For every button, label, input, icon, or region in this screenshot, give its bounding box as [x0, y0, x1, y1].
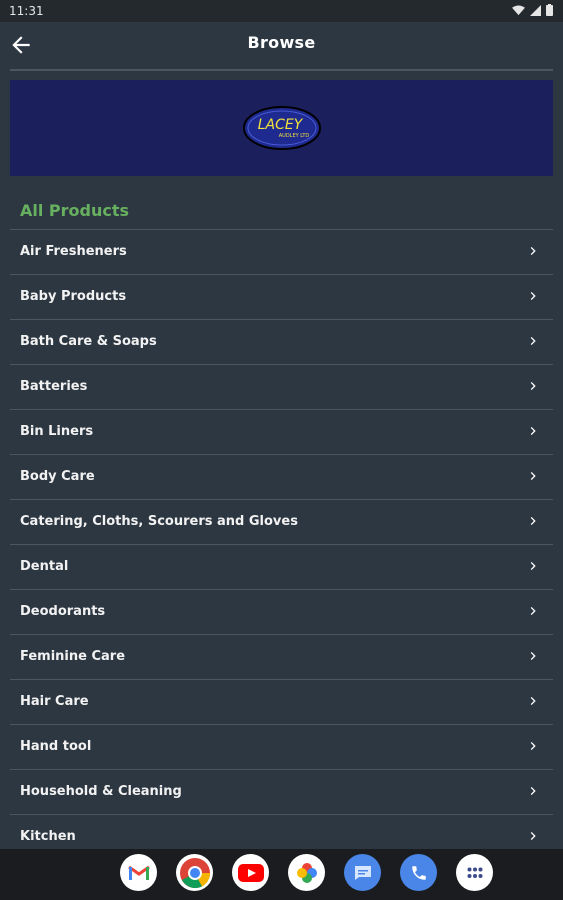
- chevron-right-icon: [530, 697, 536, 705]
- app-bar: Browse: [0, 22, 563, 70]
- category-label: Kitchen: [20, 829, 76, 844]
- app-dock: [120, 854, 493, 891]
- chevron-right-icon: [530, 562, 536, 570]
- category-row[interactable]: Household & Cleaning: [10, 769, 553, 814]
- category-row[interactable]: Catering, Cloths, Scourers and Gloves: [10, 499, 553, 544]
- lacey-logo: LACEY AUDLEY LTD: [242, 106, 321, 150]
- category-label: Body Care: [20, 469, 95, 484]
- messages-icon[interactable]: [344, 854, 381, 891]
- svg-text:AUDLEY LTD: AUDLEY LTD: [278, 133, 309, 139]
- category-row[interactable]: Batteries: [10, 364, 553, 409]
- category-row[interactable]: Hand tool: [10, 724, 553, 769]
- phone-icon[interactable]: [400, 854, 437, 891]
- status-bar: 11:31: [0, 0, 563, 22]
- category-label: Household & Cleaning: [20, 784, 182, 799]
- chevron-right-icon: [530, 337, 536, 345]
- chevron-right-icon: [530, 742, 536, 750]
- category-label: Deodorants: [20, 604, 106, 619]
- chevron-right-icon: [530, 382, 536, 390]
- page-title: Browse: [247, 33, 316, 52]
- category-row[interactable]: Baby Products: [10, 274, 553, 319]
- category-row[interactable]: Kitchen: [10, 814, 553, 849]
- section-title: All Products: [20, 201, 130, 220]
- header-divider: [10, 69, 553, 71]
- category-row[interactable]: Hair Care: [10, 679, 553, 724]
- category-row[interactable]: Bin Liners: [10, 409, 553, 454]
- category-row[interactable]: Deodorants: [10, 589, 553, 634]
- category-label: Catering, Cloths, Scourers and Gloves: [20, 514, 298, 529]
- chrome-icon[interactable]: [176, 854, 213, 891]
- category-label: Hand tool: [20, 739, 92, 754]
- status-icons: [512, 4, 553, 16]
- chevron-right-icon: [530, 292, 536, 300]
- signal-icon: [530, 4, 541, 16]
- chevron-right-icon: [530, 787, 536, 795]
- app-drawer-icon[interactable]: [456, 854, 493, 891]
- svg-text:LACEY: LACEY: [257, 117, 303, 133]
- category-label: Batteries: [20, 379, 88, 394]
- category-label: Bath Care & Soaps: [20, 334, 157, 349]
- category-label: Feminine Care: [20, 649, 126, 664]
- category-row[interactable]: Dental: [10, 544, 553, 589]
- battery-icon: [546, 4, 553, 16]
- category-row[interactable]: Feminine Care: [10, 634, 553, 679]
- category-label: Bin Liners: [20, 424, 94, 439]
- category-row[interactable]: Body Care: [10, 454, 553, 499]
- chevron-right-icon: [530, 652, 536, 660]
- chevron-right-icon: [530, 607, 536, 615]
- category-row[interactable]: Air Fresheners: [10, 229, 553, 274]
- photos-icon[interactable]: [288, 854, 325, 891]
- store-banner: LACEY AUDLEY LTD: [10, 80, 553, 176]
- chevron-right-icon: [530, 472, 536, 480]
- system-nav-bar: [0, 849, 563, 900]
- chevron-right-icon: [530, 832, 536, 840]
- category-label: Baby Products: [20, 289, 127, 304]
- category-list: Air Fresheners Baby Products Bath Care &…: [10, 229, 553, 849]
- category-label: Dental: [20, 559, 69, 574]
- chevron-right-icon: [530, 517, 536, 525]
- status-time: 11:31: [9, 4, 44, 18]
- category-label: Air Fresheners: [20, 244, 127, 259]
- gmail-icon[interactable]: [120, 854, 157, 891]
- category-row[interactable]: Bath Care & Soaps: [10, 319, 553, 364]
- youtube-icon[interactable]: [232, 854, 269, 891]
- chevron-right-icon: [530, 247, 536, 255]
- wifi-icon: [512, 4, 525, 15]
- chevron-right-icon: [530, 427, 536, 435]
- category-label: Hair Care: [20, 694, 89, 709]
